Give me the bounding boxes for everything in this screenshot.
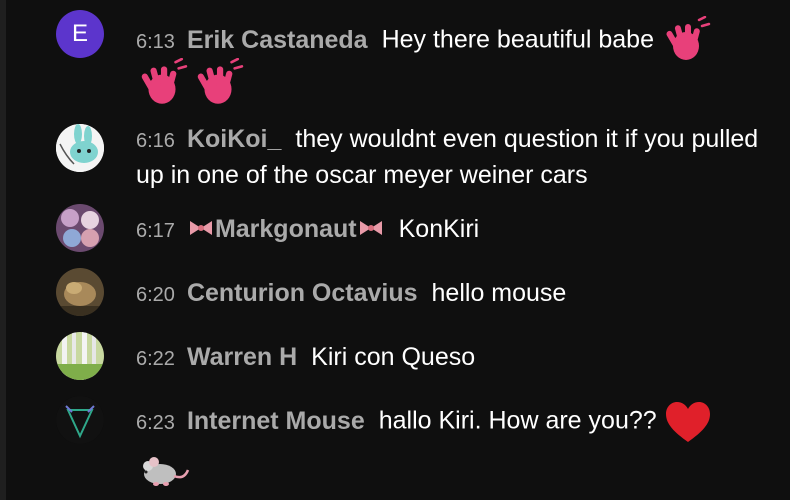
avatar[interactable] — [56, 268, 104, 316]
message-timestamp: 6:22 — [136, 348, 175, 370]
waving-hand-icon — [136, 58, 188, 110]
message-author[interactable]: KoiKoi_ — [187, 125, 281, 153]
message-timestamp: 6:20 — [136, 284, 175, 306]
ribbon-icon — [188, 213, 214, 247]
avatar[interactable] — [56, 204, 104, 252]
message-text: hallo Kiri. How are you?? — [378, 406, 657, 435]
message-timestamp: 6:16 — [136, 130, 175, 152]
avatar[interactable] — [56, 332, 104, 380]
message-author[interactable]: Centurion Octavius — [187, 279, 418, 307]
message-text: Kiri con Queso — [311, 343, 476, 371]
message-timestamp: 6:13 — [136, 30, 175, 53]
avatar[interactable] — [56, 124, 104, 172]
ribbon-icon — [358, 213, 384, 247]
mouse-icon — [138, 450, 190, 490]
author-name: Markgonaut — [214, 215, 357, 243]
message-text: KonKiri — [398, 215, 480, 243]
message-author[interactable]: Internet Mouse — [187, 407, 365, 435]
message-timestamp: 6:17 — [136, 220, 175, 242]
avatar[interactable] — [56, 396, 104, 444]
avatar[interactable]: E — [56, 10, 104, 58]
avatar-letter: E — [71, 20, 88, 47]
message-author[interactable]: Warren H — [187, 343, 297, 371]
message-author[interactable]: Markgonaut — [187, 215, 385, 243]
red-heart-icon — [664, 400, 712, 444]
message-timestamp: 6:23 — [136, 411, 175, 434]
message-text: hello mouse — [431, 279, 567, 307]
message-text: Hey there beautiful babe — [381, 25, 654, 54]
message-author[interactable]: Erik Castaneda — [187, 26, 368, 54]
chat-left-border — [0, 0, 6, 500]
waving-hand-icon — [661, 16, 711, 66]
waving-hand-icon — [192, 58, 244, 110]
